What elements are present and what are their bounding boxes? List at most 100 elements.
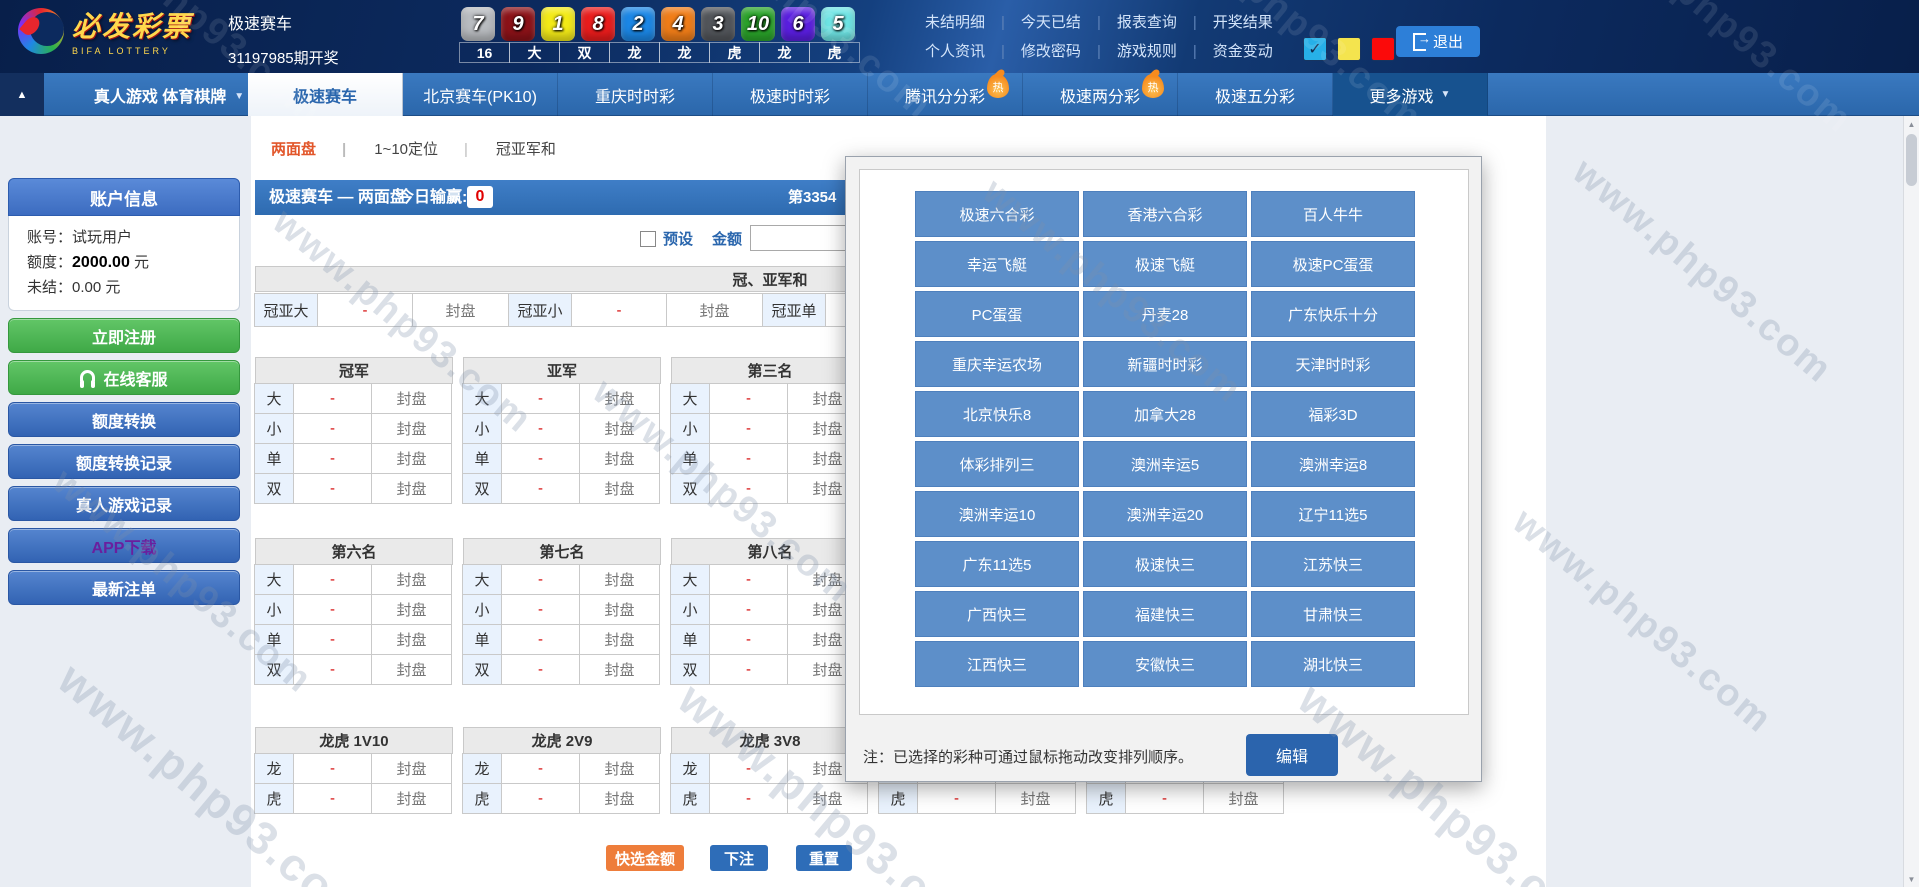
game-tab[interactable]: 极速五分彩	[1178, 73, 1333, 116]
game-tab[interactable]: 极速时时彩	[713, 73, 868, 116]
game-tile[interactable]: 江苏快三	[1251, 541, 1415, 587]
edit-button[interactable]: 编辑	[1246, 734, 1338, 776]
color-flag-toggle[interactable]	[1371, 37, 1395, 61]
bet-odds-cell[interactable]: -	[501, 443, 580, 474]
bet-status-cell[interactable]: 封盘	[371, 753, 452, 784]
game-tile[interactable]: 广东快乐十分	[1251, 291, 1415, 337]
bet-status-cell[interactable]: 封盘	[579, 473, 660, 504]
header-link[interactable]: 未结明细	[925, 11, 1021, 32]
bet-status-cell[interactable]: 封盘	[371, 654, 452, 685]
header-link[interactable]: 个人资讯	[925, 40, 1021, 61]
game-tile[interactable]: 江西快三	[915, 641, 1079, 687]
game-tile[interactable]: 澳洲幸运20	[1083, 491, 1247, 537]
game-tile[interactable]: 广东11选5	[915, 541, 1079, 587]
bet-status-cell[interactable]: 封盘	[666, 293, 763, 327]
header-link[interactable]: 修改密码	[1021, 40, 1117, 61]
game-tile[interactable]: 湖北快三	[1251, 641, 1415, 687]
bet-status-cell[interactable]: 封盘	[579, 383, 660, 414]
game-tile[interactable]: 福彩3D	[1251, 391, 1415, 437]
bet-status-cell[interactable]: 封盘	[579, 624, 660, 655]
bet-odds-cell[interactable]: -	[709, 443, 788, 474]
sidebar-button[interactable]: APP下载	[8, 528, 240, 563]
bet-odds-cell[interactable]: -	[293, 753, 372, 784]
bet-status-cell[interactable]: 封盘	[579, 564, 660, 595]
game-tile[interactable]: 重庆幸运农场	[915, 341, 1079, 387]
vertical-scrollbar[interactable]: ▲ ▼	[1903, 116, 1919, 887]
bet-odds-cell[interactable]: -	[293, 594, 372, 625]
game-tile[interactable]: 极速六合彩	[915, 191, 1079, 237]
game-tab[interactable]: 北京赛车(PK10)	[403, 73, 558, 116]
bet-odds-cell[interactable]: -	[293, 473, 372, 504]
game-tile[interactable]: 体彩排列三	[915, 441, 1079, 487]
bet-status-cell[interactable]: 封盘	[1203, 783, 1284, 814]
bet-odds-cell[interactable]: -	[709, 564, 788, 595]
bet-status-cell[interactable]: 封盘	[371, 383, 452, 414]
header-link[interactable]: 资金变动	[1213, 40, 1273, 61]
game-tile[interactable]: 辽宁11选5	[1251, 491, 1415, 537]
game-tab[interactable]: 更多游戏 ▼	[1333, 73, 1488, 116]
bet-odds-cell[interactable]: -	[709, 654, 788, 685]
bet-odds-cell[interactable]: -	[293, 443, 372, 474]
bet-odds-cell[interactable]: -	[709, 594, 788, 625]
game-tile[interactable]: PC蛋蛋	[915, 291, 1079, 337]
bet-status-cell[interactable]: 封盘	[579, 783, 660, 814]
game-tab[interactable]: 极速两分彩 热	[1023, 73, 1178, 116]
logout-button[interactable]: 退出	[1396, 26, 1480, 57]
game-tile[interactable]: 百人牛牛	[1251, 191, 1415, 237]
game-tile[interactable]: 丹麦28	[1083, 291, 1247, 337]
game-tile[interactable]: 新疆时时彩	[1083, 341, 1247, 387]
bet-odds-cell[interactable]: -	[917, 783, 996, 814]
bet-status-cell[interactable]: 封盘	[579, 594, 660, 625]
bet-odds-cell[interactable]: -	[501, 383, 580, 414]
game-tile[interactable]: 天津时时彩	[1251, 341, 1415, 387]
board-type-tab[interactable]: 1~10定位	[360, 138, 482, 159]
place-bet-button[interactable]: 下注	[710, 845, 768, 871]
scrollbar-down-arrow[interactable]: ▼	[1904, 871, 1919, 887]
bet-status-cell[interactable]: 封盘	[787, 783, 868, 814]
game-tile[interactable]: 幸运飞艇	[915, 241, 1079, 287]
bet-odds-cell[interactable]: -	[293, 413, 372, 444]
bet-odds-cell[interactable]: -	[501, 564, 580, 595]
game-tile[interactable]: 澳洲幸运8	[1251, 441, 1415, 487]
color-flag-toggle[interactable]: ✓	[1303, 37, 1327, 61]
amount-input[interactable]	[750, 225, 846, 251]
game-tile[interactable]: 极速PC蛋蛋	[1251, 241, 1415, 287]
bet-odds-cell[interactable]: -	[709, 753, 788, 784]
bet-status-cell[interactable]: 封盘	[579, 413, 660, 444]
game-tab[interactable]: 腾讯分分彩 热	[868, 73, 1023, 116]
game-tile[interactable]: 北京快乐8	[915, 391, 1079, 437]
bet-odds-cell[interactable]: -	[501, 624, 580, 655]
game-tab[interactable]: 重庆时时彩	[558, 73, 713, 116]
bet-odds-cell[interactable]: -	[293, 383, 372, 414]
scrollbar-thumb[interactable]	[1906, 134, 1917, 186]
reset-button[interactable]: 重置	[796, 845, 852, 871]
color-flag-toggle[interactable]	[1337, 37, 1361, 61]
bet-odds-cell[interactable]: -	[293, 564, 372, 595]
header-link[interactable]: 游戏规则	[1117, 40, 1213, 61]
preset-checkbox[interactable]	[640, 231, 656, 247]
bet-status-cell[interactable]: 封盘	[371, 473, 452, 504]
bet-odds-cell[interactable]: -	[501, 753, 580, 784]
header-link[interactable]: 开奖结果	[1213, 11, 1273, 32]
bet-odds-cell[interactable]: -	[1125, 783, 1204, 814]
bet-status-cell[interactable]: 封盘	[371, 413, 452, 444]
sidebar-button[interactable]: 最新注单	[8, 570, 240, 605]
bet-status-cell[interactable]: 封盘	[579, 443, 660, 474]
bet-odds-cell[interactable]: -	[709, 624, 788, 655]
game-tile[interactable]: 香港六合彩	[1083, 191, 1247, 237]
header-link[interactable]: 今天已结	[1021, 11, 1117, 32]
bet-odds-cell[interactable]: -	[501, 594, 580, 625]
game-tile[interactable]: 安徽快三	[1083, 641, 1247, 687]
bet-status-cell[interactable]: 封盘	[371, 594, 452, 625]
game-tile[interactable]: 加拿大28	[1083, 391, 1247, 437]
game-tile[interactable]: 极速飞艇	[1083, 241, 1247, 287]
bet-status-cell[interactable]: 封盘	[371, 624, 452, 655]
bet-odds-cell[interactable]: -	[501, 654, 580, 685]
header-link[interactable]: 报表查询	[1117, 11, 1213, 32]
sidebar-button[interactable]: 立即注册	[8, 318, 240, 353]
bet-odds-cell[interactable]: -	[501, 473, 580, 504]
bet-odds-cell[interactable]: -	[709, 413, 788, 444]
sidebar-button[interactable]: 额度转换	[8, 402, 240, 437]
bet-status-cell[interactable]: 封盘	[579, 654, 660, 685]
game-tile[interactable]: 澳洲幸运5	[1083, 441, 1247, 487]
